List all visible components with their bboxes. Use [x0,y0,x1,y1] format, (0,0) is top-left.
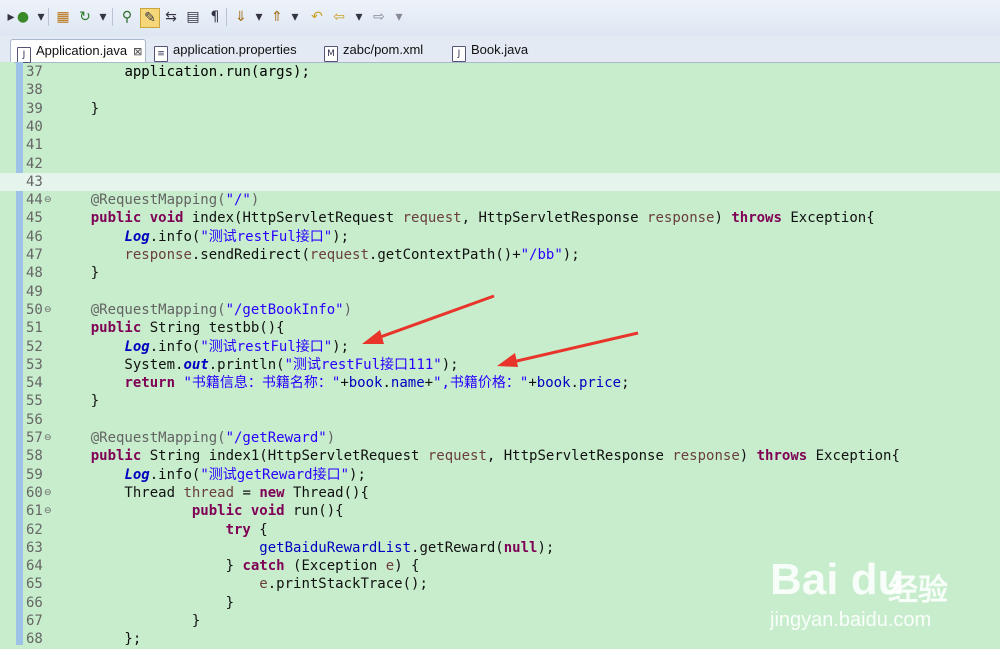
main-toolbar: ▸ ● ▾ ▦ ↻ ▾ ⚲ ✎ ⇆ ▤ ¶ ⇓ ▾ ⇑ ▾ ↶ ⇦ ▾ ⇨ ▾ [0,0,1000,37]
java-file-icon: J [452,46,466,62]
tab-label: Application.java [36,43,128,58]
editor-tab-bar: J Application.java ⊠ ≡ application.properti… [0,36,1000,63]
arrow-to-line-53 [507,331,639,365]
dropdown-arrow-icon[interactable]: ▾ [250,8,268,26]
tab-label: Book.java [471,42,529,57]
java-file-icon: J [17,47,31,63]
tab-pom-xml[interactable]: Mzabc/pom.xml [318,39,434,62]
last-edit-icon[interactable]: ↶ [308,8,326,26]
pin-icon[interactable]: ⚲ [118,8,136,26]
properties-file-icon: ≡ [154,46,168,62]
arrow-to-line-52 [371,294,495,342]
tab-label: application.properties [173,42,297,57]
annotation-arrows [362,294,639,367]
forward-icon[interactable]: ⇨ [370,8,388,26]
dropdown-arrow-icon[interactable]: ▾ [286,8,304,26]
paragraph-icon[interactable]: ¶ [206,8,224,26]
build-icon[interactable]: ▦ [54,8,72,26]
next-annotation-icon[interactable]: ⇓ [232,8,250,26]
toggle-icon[interactable]: ⇆ [162,8,180,26]
prev-annotation-icon[interactable]: ⇑ [268,8,286,26]
toolbar-separator [226,8,227,26]
close-icon[interactable]: ⊠ [133,45,142,58]
tab-application-java[interactable]: J Application.java ⊠ [10,39,146,63]
tab-application-properties[interactable]: ≡ application.properties [148,39,308,62]
code-editor[interactable]: 37 application.run(args); 38 39 } 40 41 42 43 4… [0,62,1000,647]
dropdown-arrow-icon[interactable]: ▾ [350,8,368,26]
tab-label: zabc/pom.xml [343,42,424,57]
arrow-head-line-53 [497,353,518,367]
debug-run-icon[interactable]: ● [14,8,32,26]
arrow-head-line-52 [362,330,384,344]
tab-book-java[interactable]: J Book.java [446,39,536,62]
toolbar-separator [48,8,49,26]
back-icon[interactable]: ⇦ [330,8,348,26]
highlight-icon[interactable]: ✎ [140,8,160,28]
dropdown-arrow-icon[interactable]: ▾ [94,8,112,26]
refresh-icon[interactable]: ↻ [76,8,94,26]
maven-pom-icon: M [324,46,338,62]
dropdown-arrow-icon[interactable]: ▾ [390,8,408,26]
block-select-icon[interactable]: ▤ [184,8,202,26]
toolbar-separator [112,8,113,26]
